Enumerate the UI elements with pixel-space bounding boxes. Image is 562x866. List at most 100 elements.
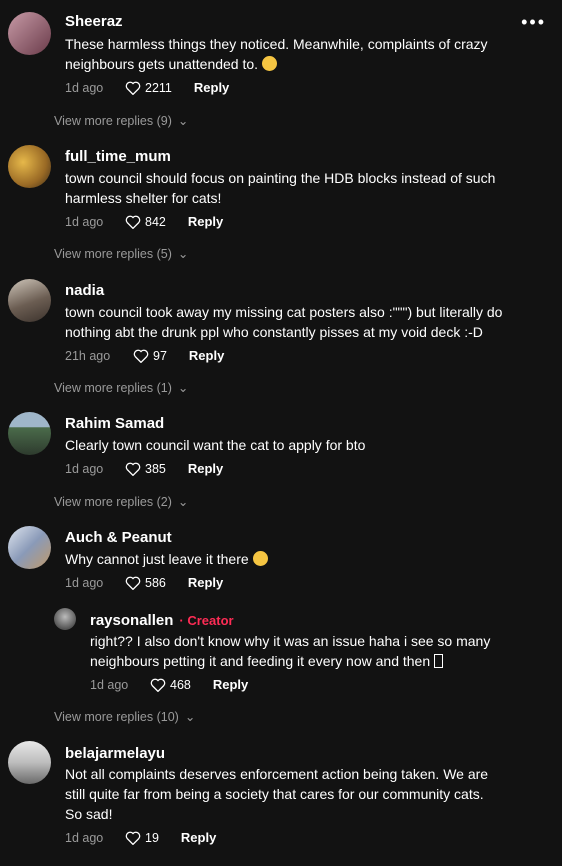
reply-button[interactable]: Reply (213, 677, 248, 692)
like-count: 19 (145, 830, 159, 845)
comment-text: town council took away my missing cat po… (65, 302, 535, 342)
like-button[interactable]: 2211 (125, 81, 172, 95)
comment-username: raysonallen · Creator (90, 612, 234, 629)
comment-text-line: still quite far from being a society tha… (65, 786, 484, 802)
comment-username[interactable]: Rahim Samad (65, 415, 164, 432)
chevron-down-icon: ⌄ (177, 495, 189, 509)
comment-text-line: neighbours gets unattended to. (65, 56, 259, 72)
avatar[interactable] (8, 526, 51, 569)
timestamp: 1d ago (65, 461, 104, 476)
comment-username[interactable]: raysonallen (90, 612, 173, 629)
heart-icon (125, 81, 141, 95)
view-more-replies-label: View more replies (9) (54, 113, 172, 128)
avatar[interactable] (8, 279, 51, 322)
timestamp: 1d ago (65, 575, 104, 590)
comment-meta: 1d ago 842 Reply (65, 214, 223, 229)
pleading-face-emoji-icon (252, 551, 268, 566)
comment-meta: 1d ago 586 Reply (65, 575, 223, 590)
heart-icon (125, 831, 141, 845)
chevron-down-icon: ⌄ (177, 114, 189, 128)
comment-text-line: neighbours gets unattended to. (65, 54, 535, 74)
comment-text: Clearly town council want the cat to app… (65, 435, 535, 455)
view-more-replies[interactable]: View more replies (10) ⌄ (54, 709, 196, 725)
view-more-replies-label: View more replies (10) (54, 709, 179, 724)
timestamp: 1d ago (90, 677, 129, 692)
timestamp: 21h ago (65, 348, 111, 363)
timestamp: 1d ago (65, 214, 104, 229)
comment-username[interactable]: Auch & Peanut (65, 529, 172, 546)
comment-text-line: town council should focus on painting th… (65, 170, 496, 186)
reply-button[interactable]: Reply (181, 830, 216, 845)
like-button[interactable]: 586 (125, 576, 166, 590)
comment-text: Not all complaints deserves enforcement … (65, 764, 535, 824)
comment-username[interactable]: Sheeraz (65, 13, 123, 30)
view-more-replies[interactable]: View more replies (9) ⌄ (54, 113, 189, 129)
comment-text-line: town council took away my missing cat po… (65, 304, 503, 320)
comment-text-line: neighbours petting it and feeding it eve… (90, 653, 431, 669)
like-button[interactable]: 842 (125, 215, 166, 229)
timestamp: 1d ago (65, 80, 104, 95)
view-more-replies-label: View more replies (2) (54, 494, 172, 509)
comment-text-line: neighbours petting it and feeding it eve… (90, 651, 530, 671)
comment-meta: 1d ago 2211 Reply (65, 80, 229, 95)
chevron-down-icon: ⌄ (184, 710, 196, 724)
reply-button[interactable]: Reply (194, 80, 229, 95)
comment-meta: 21h ago 97 Reply (65, 348, 224, 363)
avatar[interactable] (54, 608, 76, 630)
view-more-replies[interactable]: View more replies (5) ⌄ (54, 246, 189, 262)
chevron-down-icon: ⌄ (177, 381, 189, 395)
comment-text-line: Clearly town council want the cat to app… (65, 437, 366, 453)
like-count: 97 (153, 348, 167, 363)
comment-text: right?? I also don't know why it was an … (90, 631, 530, 671)
comment-meta: 1d ago 468 Reply (90, 677, 248, 692)
comment-text-line: So sad! (65, 806, 113, 822)
comment-meta: 1d ago 19 Reply (65, 830, 216, 845)
like-button[interactable]: 385 (125, 462, 166, 476)
heart-icon (133, 349, 149, 363)
avatar[interactable] (8, 741, 51, 784)
reply-button[interactable]: Reply (188, 461, 223, 476)
timestamp: 1d ago (65, 830, 104, 845)
more-options-icon[interactable]: ••• (521, 12, 546, 33)
heart-icon (125, 576, 141, 590)
comment-meta: 1d ago 385 Reply (65, 461, 223, 476)
reply-button[interactable]: Reply (189, 348, 224, 363)
comment-text: These harmless things they noticed. Mean… (65, 34, 535, 74)
heart-icon (150, 678, 166, 692)
like-button[interactable]: 97 (133, 349, 167, 363)
comment-text: town council should focus on painting th… (65, 168, 535, 208)
missing-glyph-icon (434, 654, 444, 668)
view-more-replies[interactable]: View more replies (2) ⌄ (54, 494, 189, 510)
flushed-face-emoji-icon (261, 56, 277, 71)
like-count: 468 (170, 677, 191, 692)
comment-text-line: Not all complaints deserves enforcement … (65, 766, 489, 782)
creator-badge-label: Creator (187, 613, 234, 628)
like-count: 385 (145, 461, 166, 476)
comment-text-line: Why cannot just leave it there (65, 549, 535, 569)
creator-badge: · Creator (179, 613, 234, 628)
comment-username[interactable]: belajarmelayu (65, 745, 165, 762)
reply-button[interactable]: Reply (188, 214, 223, 229)
avatar[interactable] (8, 412, 51, 455)
heart-icon (125, 462, 141, 476)
avatar[interactable] (8, 12, 51, 55)
reply-button[interactable]: Reply (188, 575, 223, 590)
avatar[interactable] (8, 145, 51, 188)
comment-text-line: Why cannot just leave it there (65, 551, 249, 567)
comment-text-line: right?? I also don't know why it was an … (90, 633, 491, 649)
comment-text-line: harmless shelter for cats! (65, 190, 222, 206)
like-count: 586 (145, 575, 166, 590)
chevron-down-icon: ⌄ (177, 247, 189, 261)
view-more-replies[interactable]: View more replies (1) ⌄ (54, 380, 189, 396)
like-button[interactable]: 19 (125, 831, 159, 845)
comment-text-line: These harmless things they noticed. Mean… (65, 36, 488, 52)
comment-username[interactable]: full_time_mum (65, 148, 171, 165)
view-more-replies-label: View more replies (1) (54, 380, 172, 395)
like-count: 842 (145, 214, 166, 229)
comment-text-line: nothing abt the drunk ppl who constantly… (65, 324, 483, 340)
heart-icon (125, 215, 141, 229)
like-count: 2211 (145, 80, 172, 95)
comment-username[interactable]: nadia (65, 282, 104, 299)
comment-text: Why cannot just leave it there (65, 549, 535, 569)
like-button[interactable]: 468 (150, 678, 191, 692)
